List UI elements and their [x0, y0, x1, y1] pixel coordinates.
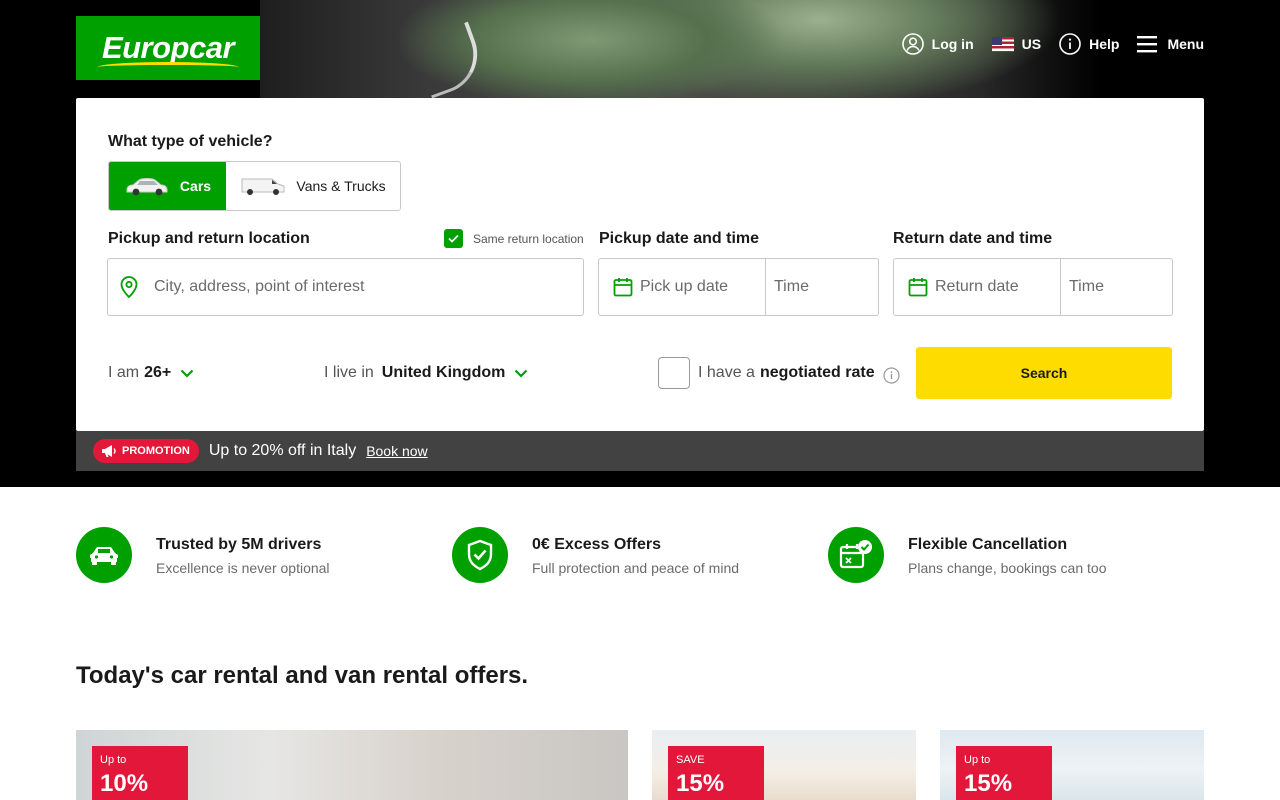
- logo-text: Europcar: [101, 30, 235, 65]
- offer-tag-top: Up to: [100, 754, 127, 766]
- promotion-badge: PROMOTION: [93, 439, 199, 463]
- pickup-datetime-field: Pick up date Time: [598, 258, 879, 316]
- vehicle-type-heading: What type of vehicle?: [108, 133, 273, 150]
- offer-tag-top: SAVE: [676, 754, 705, 766]
- location-label: Pickup and return location: [108, 230, 310, 247]
- feature-excess: 0€ Excess Offers Full protection and pea…: [452, 527, 828, 583]
- negotiated-rate-checkbox[interactable]: [658, 357, 690, 389]
- login-link[interactable]: Log in: [901, 33, 974, 55]
- pickup-date-placeholder: Pick up date: [640, 278, 729, 295]
- pickup-time-placeholder: Time: [774, 278, 809, 295]
- feature-subtitle: Excellence is never optional: [156, 560, 330, 576]
- offers-heading: Today's car rental and van rental offers…: [76, 662, 529, 689]
- offer-card[interactable]: SAVE 15%: [652, 730, 916, 800]
- offer-discount-tag: Up to 15%: [956, 746, 1052, 800]
- cars-label: Cars: [179, 178, 212, 194]
- chevron-down-icon: [515, 369, 528, 378]
- calendar-icon: [908, 278, 928, 297]
- pickup-time-input[interactable]: Time: [766, 259, 878, 315]
- top-nav: Log in US Help Menu: [901, 33, 1204, 55]
- shield-check-icon: [452, 527, 508, 583]
- help-link[interactable]: Help: [1059, 33, 1119, 55]
- negotiated-bold: negotiated rate: [759, 364, 875, 381]
- offer-discount-tag: SAVE 15%: [668, 746, 764, 800]
- info-icon: [1059, 33, 1081, 55]
- offer-tag-value: 15%: [964, 770, 1013, 797]
- residence-value: United Kingdom: [381, 364, 506, 381]
- hamburger-icon: [1137, 36, 1158, 53]
- login-label: Log in: [931, 36, 974, 52]
- van-image-icon: [241, 178, 285, 195]
- info-icon[interactable]: [883, 366, 900, 384]
- vehicle-type-toggle: Cars Vans & Trucks: [108, 161, 401, 211]
- feature-title: Flexible Cancellation: [908, 536, 1068, 553]
- offer-card[interactable]: Up to 15%: [940, 730, 1204, 800]
- user-icon: [901, 33, 924, 55]
- pickup-date-input[interactable]: Pick up date: [599, 259, 766, 315]
- offer-tag-value: 10%: [100, 770, 149, 797]
- age-prefix: I am: [108, 364, 140, 381]
- pickup-label: Pickup date and time: [599, 230, 760, 247]
- country-label: US: [1021, 36, 1042, 52]
- return-date-input[interactable]: Return date: [894, 259, 1061, 315]
- location-input[interactable]: City, address, point of interest: [107, 258, 584, 316]
- menu-button[interactable]: Menu: [1137, 35, 1204, 53]
- return-label: Return date and time: [893, 230, 1053, 247]
- offer-card[interactable]: Up to 10%: [76, 730, 628, 800]
- same-return-label: Same return location: [473, 231, 584, 246]
- feature-title: 0€ Excess Offers: [532, 536, 661, 553]
- search-button[interactable]: Search: [916, 347, 1172, 399]
- offer-tag-top: Up to: [964, 754, 991, 766]
- menu-label: Menu: [1167, 36, 1204, 52]
- return-datetime-field: Return date Time: [893, 258, 1173, 316]
- country-selector[interactable]: US: [991, 36, 1042, 52]
- return-time-placeholder: Time: [1069, 278, 1104, 295]
- promo-banner: PROMOTION Up to 20% off in Italy Book no…: [76, 431, 1204, 471]
- return-time-input[interactable]: Time: [1061, 259, 1172, 315]
- calendar-check-icon: [828, 527, 884, 583]
- help-label: Help: [1089, 36, 1120, 52]
- promo-text: Up to 20% off in Italy: [208, 442, 357, 459]
- feature-cancellation: Flexible Cancellation Plans change, book…: [828, 527, 1204, 583]
- vehicle-option-cars[interactable]: Cars: [109, 162, 226, 210]
- negotiated-rate-label: I have a negotiated rate: [698, 347, 900, 399]
- feature-title: Trusted by 5M drivers: [156, 536, 322, 553]
- features-row: Trusted by 5M drivers Excellence is neve…: [76, 527, 1204, 583]
- us-flag-icon: [991, 36, 1014, 52]
- vehicle-option-vans[interactable]: Vans & Trucks: [226, 162, 400, 210]
- residence-selector[interactable]: I live in United Kingdom: [324, 347, 528, 399]
- promo-book-now-link[interactable]: Book now: [366, 443, 427, 459]
- offer-tag-value: 15%: [676, 770, 725, 797]
- car-icon: [76, 527, 132, 583]
- offer-discount-tag: Up to 10%: [92, 746, 188, 800]
- europcar-logo[interactable]: Europcar: [76, 16, 260, 80]
- residence-prefix: I live in: [324, 364, 374, 381]
- location-pin-icon: [120, 276, 138, 298]
- chevron-down-icon: [180, 369, 194, 378]
- feature-subtitle: Full protection and peace of mind: [532, 560, 740, 576]
- return-date-placeholder: Return date: [935, 278, 1019, 295]
- feature-trusted: Trusted by 5M drivers Excellence is neve…: [76, 527, 452, 583]
- promotion-badge-label: PROMOTION: [122, 445, 190, 457]
- negotiated-prefix: I have a: [698, 364, 755, 381]
- age-selector[interactable]: I am 26+: [108, 347, 194, 399]
- age-value: 26+: [144, 364, 172, 381]
- booking-form: What type of vehicle? Cars Vans & Trucks…: [76, 98, 1204, 431]
- feature-subtitle: Plans change, bookings can too: [908, 560, 1107, 576]
- checkbox-checked-icon: [444, 229, 463, 248]
- same-return-checkbox[interactable]: Same return location: [444, 229, 584, 248]
- vans-label: Vans & Trucks: [296, 178, 386, 194]
- megaphone-icon: [102, 445, 116, 457]
- car-image-icon: [126, 178, 168, 196]
- calendar-icon: [613, 278, 633, 297]
- location-placeholder: City, address, point of interest: [154, 278, 365, 295]
